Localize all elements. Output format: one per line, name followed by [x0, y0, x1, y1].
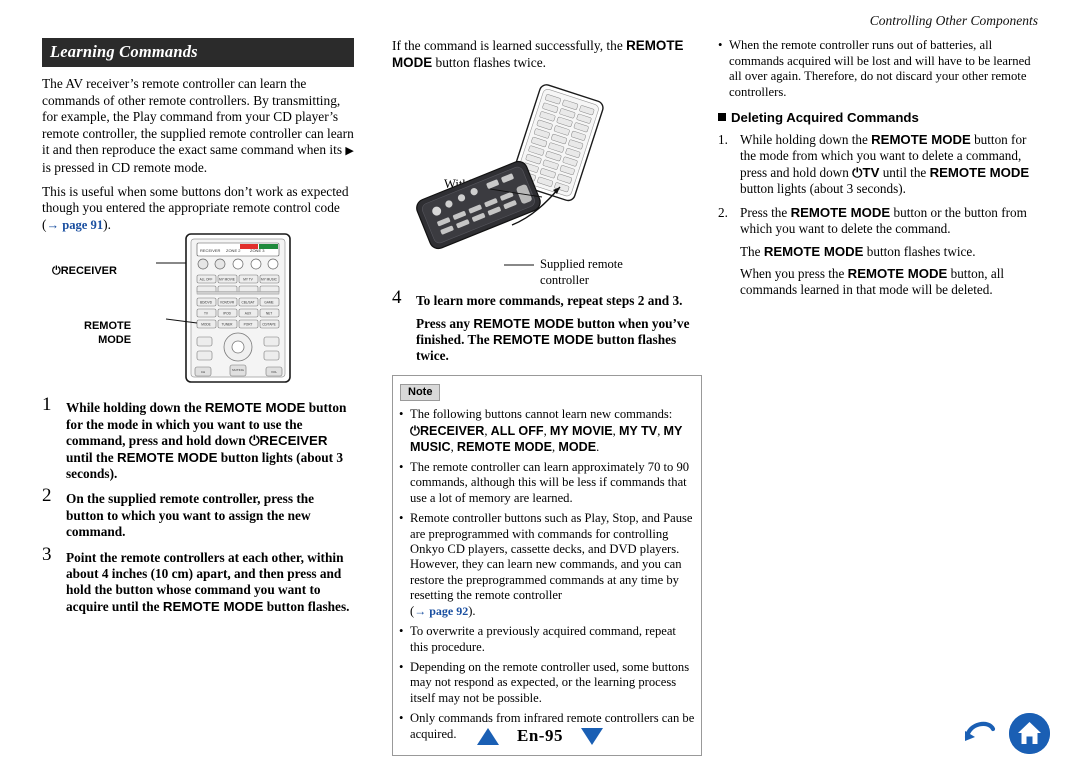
- svg-text:MY MOVIE: MY MOVIE: [219, 278, 235, 282]
- column-left: Learning Commands The AV receiver’s remo…: [42, 38, 354, 624]
- delete-step-1-number: 1.: [718, 132, 728, 147]
- delete-tail-1: The REMOTE MODE button flashes twice.: [740, 243, 976, 259]
- intro-paragraph-2: This is useful when some buttons don’t w…: [42, 183, 349, 232]
- home-icon[interactable]: [1009, 713, 1050, 754]
- battery-warning-list: When the remote controller runs out of b…: [718, 38, 1038, 100]
- svg-text:RECEIVER: RECEIVER: [200, 248, 221, 253]
- delete-step-2-number: 2.: [718, 205, 728, 221]
- svg-text:PORT: PORT: [244, 323, 253, 327]
- step-1-text: While holding down the REMOTE MODE butto…: [66, 400, 347, 481]
- note-box: Note The following buttons cannot learn …: [392, 374, 702, 756]
- triangle-up-icon[interactable]: [477, 727, 500, 745]
- step-1: 1 While holding down the REMOTE MODE but…: [42, 394, 354, 482]
- svg-text:NET: NET: [266, 312, 272, 316]
- svg-text:GAME: GAME: [264, 301, 273, 305]
- svg-text:CBL/SAT: CBL/SAT: [241, 301, 254, 305]
- svg-text:ALL OFF: ALL OFF: [200, 278, 213, 282]
- note-item: The remote controller can learn approxim…: [399, 460, 695, 506]
- step-2: 2 On the supplied remote controller, pre…: [42, 485, 354, 540]
- step-4-line1: To learn more commands, repeat steps 2 a…: [416, 293, 683, 309]
- page-91-link[interactable]: → page 91: [46, 218, 103, 232]
- step-2-text: On the supplied remote controller, press…: [66, 491, 315, 540]
- step-4-line2: Press any REMOTE MODE button when you’ve…: [416, 315, 690, 364]
- svg-text:VOL: VOL: [271, 370, 277, 374]
- note-item: Depending on the remote controller used,…: [399, 660, 695, 706]
- step-3-text: Point the remote controllers at each oth…: [66, 549, 350, 614]
- svg-text:MY TV: MY TV: [243, 278, 253, 282]
- svg-text:TUNER: TUNER: [222, 323, 234, 327]
- note-buttons-list: ⏻RECEIVER, ALL OFF, MY MOVIE, MY TV, MY …: [410, 424, 683, 454]
- page-footer: En-95: [0, 726, 1080, 746]
- running-title: Controlling Other Components: [869, 13, 1038, 28]
- remote-controller-figure: ⏻RECEIVER REMOTE MODE RECEIVER ZONE 2 ZON…: [42, 233, 354, 396]
- step-4: 4 To learn more commands, repeat steps 2…: [392, 287, 702, 365]
- document-page: Controlling Other Components Learning Co…: [0, 0, 1080, 764]
- step-4-number: 4: [392, 287, 402, 309]
- page-number: En-95: [517, 726, 563, 745]
- svg-text:CH: CH: [201, 370, 205, 374]
- remote-illustration-svg: RECEIVER ZONE 2 ZONE 3 ALL OFF MY MOVIE …: [156, 233, 291, 384]
- delete-step-1-text: While holding down the REMOTE MODE butto…: [740, 132, 1030, 196]
- delete-step-2-text: Press the REMOTE MODE button or the butt…: [740, 205, 1027, 237]
- delete-step-1: 1. While holding down the REMOTE MODE bu…: [718, 132, 1038, 197]
- note-list: The following buttons cannot learn new c…: [399, 407, 695, 742]
- svg-text:ZONE 2: ZONE 2: [226, 248, 241, 253]
- battery-warning-item: When the remote controller runs out of b…: [718, 38, 1038, 100]
- note-tag: Note: [400, 383, 441, 401]
- step-2-number: 2: [42, 485, 52, 507]
- square-bullet-icon: [718, 113, 726, 121]
- column-middle: If the command is learned successfully, …: [392, 38, 702, 756]
- page-92-link[interactable]: → page 92: [414, 604, 468, 618]
- two-remotes-figure: Within about4 inches (10 cm) Supplied re…: [392, 77, 702, 293]
- note-item: Remote controller buttons such as Play, …: [399, 511, 695, 619]
- two-remotes-svg: [416, 84, 604, 266]
- deleting-commands-heading-text: Deleting Acquired Commands: [731, 110, 919, 125]
- figure-label-remote-mode: REMOTE MODE: [84, 320, 132, 347]
- figure-label-receiver: ⏻RECEIVER: [52, 265, 117, 278]
- note-item: The following buttons cannot learn new c…: [399, 407, 695, 455]
- step-3: 3 Point the remote controllers at each o…: [42, 543, 354, 616]
- column-right: When the remote controller runs out of b…: [718, 38, 1038, 307]
- delete-step-2: 2. Press the REMOTE MODE button or the b…: [718, 205, 1038, 298]
- learn-success-text: If the command is learned successfully, …: [392, 38, 684, 70]
- footer-nav-icons: [959, 711, 1050, 756]
- svg-text:CD/TAPE: CD/TAPE: [262, 323, 276, 327]
- note-item: To overwrite a previously acquired comma…: [399, 624, 695, 655]
- svg-text:MODE: MODE: [201, 323, 211, 327]
- svg-text:MUTING: MUTING: [232, 368, 244, 372]
- note-text: The following buttons cannot learn new c…: [410, 406, 673, 421]
- step-1-number: 1: [42, 394, 52, 416]
- intro-paragraph-1: The AV receiver’s remote controller can …: [42, 76, 354, 175]
- back-arrow-icon[interactable]: [959, 711, 999, 756]
- svg-text:AUX: AUX: [245, 312, 252, 316]
- svg-text:VCR/DVR: VCR/DVR: [220, 301, 235, 305]
- section-title: Learning Commands: [42, 38, 354, 67]
- svg-text:IPOD: IPOD: [223, 312, 231, 316]
- step-3-number: 3: [42, 543, 52, 565]
- delete-tail-2: When you press the REMOTE MODE button, a…: [740, 266, 1005, 298]
- svg-text:MY MUSIC: MY MUSIC: [261, 278, 278, 282]
- triangle-down-icon[interactable]: [580, 727, 603, 745]
- svg-text:BD/DVD: BD/DVD: [200, 301, 213, 305]
- deleting-commands-heading: Deleting Acquired Commands: [718, 110, 1038, 125]
